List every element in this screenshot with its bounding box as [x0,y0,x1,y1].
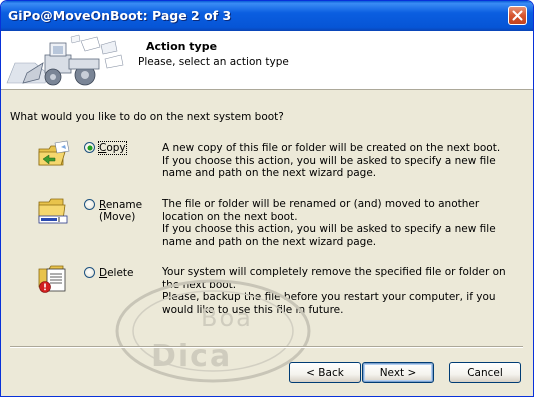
watermark-text-2: Dica [151,339,232,374]
delete-radio[interactable] [84,267,95,278]
bulldozer-icon [6,34,124,86]
rename-folder-icon [38,198,68,224]
back-button[interactable]: < Back [289,362,361,383]
rename-description: The file or folder will be renamed or (a… [162,198,522,248]
button-separator [10,346,523,348]
copy-option-label[interactable]: Copy [98,141,127,155]
title-bar[interactable]: GiPo@MoveOnBoot: Page 2 of 3 [1,1,533,31]
page-subtitle: Please, select an action type [138,56,289,68]
rename-accesskey: R [99,199,106,211]
watermark-text-1: Boa [201,304,253,332]
rename-option-label[interactable]: Rename (Move) [99,199,142,223]
next-button[interactable]: Next > [362,362,434,383]
delete-file-icon [38,265,66,293]
copy-folder-icon [38,140,70,166]
rename-desc-line-1: The file or folder will be renamed or (a… [162,198,480,223]
rename-label-rest: ename [105,199,143,211]
close-icon [512,10,523,21]
rename-label-second-line: (Move) [99,211,136,223]
cancel-button[interactable]: Cancel [449,362,521,383]
copy-radio[interactable] [84,142,95,153]
watermark-logo: Boa Dica [115,279,311,383]
window-title: GiPo@MoveOnBoot: Page 2 of 3 [8,8,232,23]
delete-accesskey: D [99,267,108,279]
wizard-header: Action type Please, select an action typ… [1,31,533,90]
copy-description: A new copy of this file or folder will b… [162,142,522,180]
wizard-window: GiPo@MoveOnBoot: Page 2 of 3 Action type… [0,0,534,397]
rename-desc-line-2: If you choose this action, you will be a… [162,223,496,248]
page-title: Action type [146,40,218,53]
question-text: What would you like to do on the next sy… [10,111,284,123]
close-button[interactable] [508,6,527,25]
copy-desc-line-2: If you choose this action, you will be a… [162,154,496,180]
rename-radio[interactable] [84,199,95,210]
copy-desc-line-1: A new copy of this file or folder will b… [162,142,501,154]
copy-label-rest: opy [106,142,126,154]
